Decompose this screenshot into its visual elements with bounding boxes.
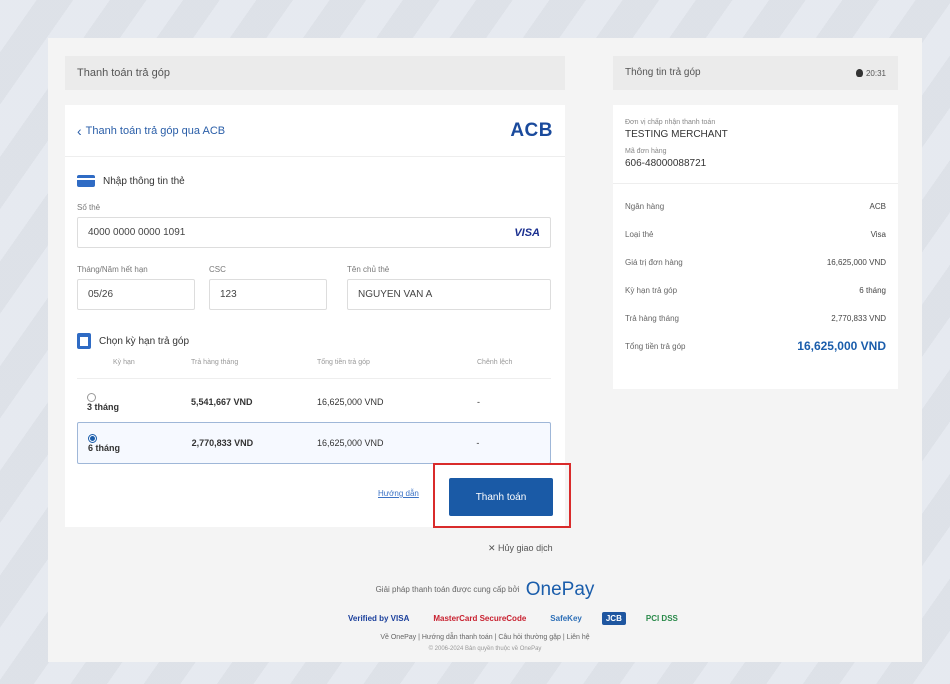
card-top-bar: ‹ Thanh toán trả góp qua ACB ACB xyxy=(65,105,565,157)
detail-list: Ngân hàng ACB Loại thẻ Visa Giá trị đơn hà… xyxy=(625,192,886,360)
detail-label: Giá trị đơn hàng xyxy=(625,257,683,267)
card-section-title: Nhập thông tin thẻ xyxy=(65,175,197,187)
pci-dss-logo: PCI DSS xyxy=(645,614,678,623)
col-term: Kỳ hạn xyxy=(113,359,135,366)
term-section-title: Chọn kỳ hạn trả góp xyxy=(65,333,201,349)
highlight-box xyxy=(433,463,571,528)
detail-row: Trả hàng tháng 2,770,833 VND xyxy=(625,304,886,332)
merchant-value: TESTING MERCHANT xyxy=(625,129,728,140)
chevron-left-icon: ‹ xyxy=(77,122,82,139)
cvv-field[interactable]: 123 xyxy=(209,279,327,310)
monthly-value: 2,770,833 VND xyxy=(191,438,254,448)
detail-value: Visa xyxy=(870,229,886,239)
term-table-header: Kỳ hạn Trả hàng tháng Tổng tiền trả góp … xyxy=(77,359,551,379)
detail-label: Ngân hàng xyxy=(625,201,665,211)
payment-page: Thanh toán trả góp ‹ Thanh toán trả góp … xyxy=(48,38,922,662)
visa-logo-icon: VISA xyxy=(514,226,540,239)
col-total: Tổng tiền trả góp xyxy=(317,359,370,366)
detail-label: Trả hàng tháng xyxy=(625,313,679,323)
safekey-logo: SafeKey xyxy=(550,614,582,623)
calendar-icon xyxy=(77,333,91,349)
detail-row: Kỳ hạn trả góp 6 tháng xyxy=(625,276,886,304)
card-section-label: Nhập thông tin thẻ xyxy=(103,175,185,187)
diff-value: - xyxy=(477,397,480,407)
radio-selected-icon[interactable] xyxy=(88,433,97,443)
col-monthly: Trả hàng tháng xyxy=(191,359,239,366)
term-row-6[interactable]: 6 tháng 2,770,833 VND 16,625,000 VND - xyxy=(77,422,551,464)
term-cell: 6 tháng xyxy=(78,433,178,453)
detail-label: Loại thẻ xyxy=(625,229,654,239)
detail-label: Kỳ hạn trả góp xyxy=(625,285,678,295)
footer-links[interactable]: Về OnePay | Hướng dẫn thanh toán | Câu h… xyxy=(48,634,922,641)
expiry-field[interactable]: 05/26 xyxy=(77,279,195,310)
detail-row: Loại thẻ Visa xyxy=(625,220,886,248)
card-number-value: 4000 0000 0000 1091 xyxy=(88,227,186,238)
mastercard-securecode-logo: MasterCard SecureCode xyxy=(433,614,527,623)
expiry-value: 05/26 xyxy=(88,289,114,300)
right-panel-title: Thông tin trả góp xyxy=(625,67,701,78)
total-value: 16,625,000 VND xyxy=(317,438,384,448)
detail-value: 6 tháng xyxy=(859,285,886,295)
security-brands: Verified by VISA MasterCard SecureCode S… xyxy=(344,612,682,625)
divider xyxy=(613,183,898,184)
detail-value: 2,770,833 VND xyxy=(831,313,886,323)
right-panel-header: Thông tin trả góp 20:31 xyxy=(613,56,898,90)
timer: 20:31 xyxy=(855,67,886,79)
copyright: © 2006-2024 Bản quyền thuộc về OnePay xyxy=(428,646,542,652)
cancel-transaction-link[interactable]: ✕ Hủy giao dịch xyxy=(488,543,553,554)
radio-unselected-icon[interactable] xyxy=(87,392,96,402)
order-label: Mã đơn hàng xyxy=(625,148,667,155)
jcb-logo: JCB xyxy=(601,612,626,625)
cvv-value: 123 xyxy=(220,289,237,300)
left-panel-header: Thanh toán trả góp xyxy=(65,56,565,90)
card-holder-label: Tên chủ thẻ xyxy=(347,265,390,274)
back-link[interactable]: ‹ Thanh toán trả góp qua ACB xyxy=(77,123,225,139)
card-number-field[interactable]: 4000 0000 0000 1091 VISA xyxy=(77,217,551,248)
card-holder-field[interactable]: NGUYEN VAN A xyxy=(347,279,551,310)
total-row: Tổng tiền trả góp 16,625,000 VND xyxy=(625,332,886,360)
detail-label: Tổng tiền trả góp xyxy=(625,341,686,351)
card-number-label: Số thẻ xyxy=(77,203,101,212)
term-cell: 3 tháng xyxy=(77,392,177,412)
term-value: 6 tháng xyxy=(88,442,121,453)
term-row-3[interactable]: 3 tháng 5,541,667 VND 16,625,000 VND - xyxy=(77,383,551,421)
diff-value: - xyxy=(476,438,480,448)
timer-value: 20:31 xyxy=(865,68,886,78)
detail-value: 16,625,000 VND xyxy=(826,257,886,267)
card-holder-value: NGUYEN VAN A xyxy=(358,289,433,300)
onepay-logo: OnePay xyxy=(525,579,595,600)
order-value: 606-48000088721 xyxy=(625,158,707,169)
back-link-label: Thanh toán trả góp qua ACB xyxy=(85,124,226,137)
term-section-label: Chọn kỳ hạn trả góp xyxy=(99,335,190,347)
detail-row: Ngân hàng ACB xyxy=(625,192,886,220)
detail-row: Giá trị đơn hàng 16,625,000 VND xyxy=(625,248,886,276)
monthly-value: 5,541,667 VND xyxy=(191,397,253,407)
term-value: 3 tháng xyxy=(87,401,120,412)
provider-line: Giải pháp thanh toán được cung cấp bởi O… xyxy=(48,579,922,601)
detail-value: ACB xyxy=(869,201,886,211)
cvv-label: CSC xyxy=(209,265,226,274)
col-diff: Chênh lệch xyxy=(477,359,513,366)
merchant-label: Đơn vị chấp nhận thanh toán xyxy=(625,119,716,126)
provider-text: Giải pháp thanh toán được cung cấp bởi xyxy=(375,585,520,595)
expiry-label: Tháng/Năm hết hạn xyxy=(77,265,148,274)
verified-by-visa-logo: Verified by VISA xyxy=(348,614,410,623)
total-amount: 16,625,000 VND xyxy=(797,339,886,353)
total-value: 16,625,000 VND xyxy=(317,397,384,407)
guide-link[interactable]: Hướng dẫn xyxy=(378,489,419,498)
bank-logo: ACB xyxy=(510,119,553,141)
credit-card-icon xyxy=(77,175,95,187)
order-info-card: Đơn vị chấp nhận thanh toán TESTING MERC… xyxy=(613,105,898,389)
timer-icon xyxy=(855,69,863,77)
